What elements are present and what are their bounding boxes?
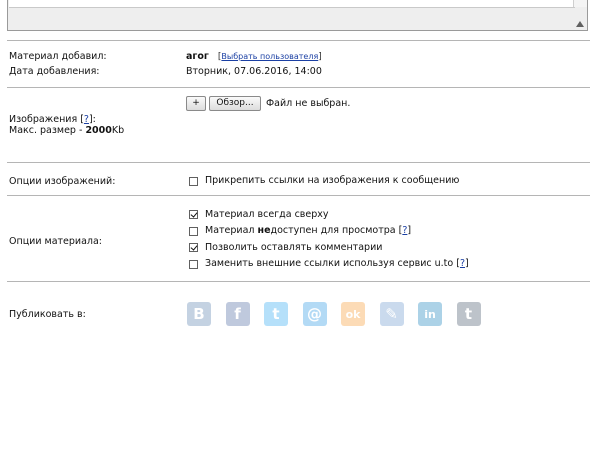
vkontakte-icon[interactable]: В — [187, 302, 211, 326]
tumblr-icon[interactable]: t — [456, 302, 481, 326]
added-by-label: Материал добавил: — [9, 51, 107, 62]
odnoklassniki-icon[interactable]: ok — [341, 302, 365, 326]
images-label-row: Изображения [?]: — [9, 114, 96, 125]
no-file-text: Файл не выбран. — [266, 98, 351, 109]
choose-user-link[interactable]: Выбрать пользователя — [221, 52, 318, 61]
unavailable-label[interactable]: Материал недоступен для просмотра [?] — [205, 225, 411, 236]
added-by-row: агог [Выбрать пользователя] — [186, 51, 322, 62]
unavailable-checkbox[interactable] — [189, 227, 198, 236]
facebook-icon[interactable]: f — [225, 302, 250, 326]
material-options-label: Опции материала: — [9, 236, 103, 247]
image-options-label: Опции изображений: — [9, 176, 116, 187]
max-size-prefix: Макс. размер - — [9, 125, 86, 136]
max-size-value: 2000 — [85, 125, 112, 136]
allow-comments-label[interactable]: Позволить оставлять комментарии — [205, 242, 382, 253]
publish-label: Публиковать в: — [9, 309, 86, 320]
attach-links-label[interactable]: Прикрепить ссылки на изображения к сообщ… — [205, 175, 459, 186]
images-help-link[interactable]: ? — [84, 114, 89, 125]
replace-links-label[interactable]: Заменить внешние ссылки используя сервис… — [205, 258, 469, 269]
always-on-top-label[interactable]: Материал всегда сверху — [205, 209, 329, 220]
images-label: Изображения — [9, 114, 78, 125]
author-name: агог — [186, 51, 209, 62]
editor-content[interactable] — [9, 0, 575, 8]
editor-textarea[interactable] — [7, 0, 588, 31]
replace-links-help-link[interactable]: ? — [460, 258, 465, 269]
always-on-top-checkbox[interactable] — [189, 210, 198, 219]
divider — [7, 40, 590, 41]
max-size-unit: Kb — [111, 125, 125, 136]
linkedin-icon[interactable]: in — [418, 302, 442, 326]
divider — [7, 195, 590, 196]
livejournal-icon[interactable]: ✎ — [379, 302, 404, 326]
replace-links-checkbox[interactable] — [189, 260, 198, 269]
attach-links-checkbox[interactable] — [189, 177, 198, 186]
divider — [7, 281, 590, 282]
resize-handle-icon[interactable] — [576, 21, 584, 27]
editor-scrollbar[interactable] — [573, 0, 587, 7]
date-value: Вторник, 07.06.2016, 14:00 — [186, 66, 322, 77]
add-image-button[interactable]: + — [186, 96, 206, 111]
divider — [7, 87, 590, 88]
unavailable-help-link[interactable]: ? — [402, 225, 407, 236]
browse-button[interactable]: Обзор... — [209, 96, 261, 111]
twitter-icon[interactable]: t — [264, 302, 288, 326]
max-size-row: Макс. размер - 2000Kb — [9, 125, 124, 136]
mailru-icon[interactable]: @ — [302, 302, 327, 326]
date-label: Дата добавления: — [9, 66, 100, 77]
allow-comments-checkbox[interactable] — [189, 243, 198, 252]
divider — [7, 162, 590, 163]
